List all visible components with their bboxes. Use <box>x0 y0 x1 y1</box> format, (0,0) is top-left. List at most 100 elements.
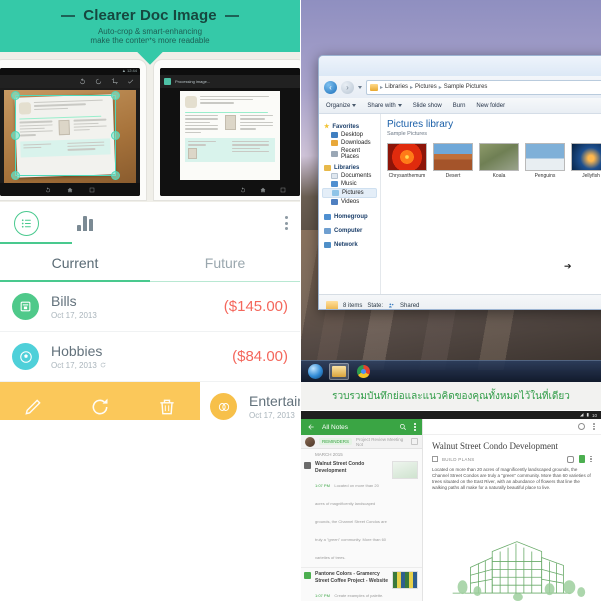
sidebar-group-network[interactable]: Network <box>324 242 377 248</box>
notebook-icon[interactable] <box>579 455 586 463</box>
toolbar-share-with[interactable]: Share with <box>367 103 402 109</box>
list-item[interactable]: Koala <box>479 143 519 179</box>
crop-handle-top-right[interactable] <box>110 91 120 101</box>
back-nav-icon[interactable] <box>240 186 246 193</box>
confirm-check-icon[interactable] <box>127 78 134 85</box>
home-nav-icon[interactable] <box>260 187 266 193</box>
back-arrow-icon[interactable] <box>307 423 315 431</box>
crop-handle-bottom-right[interactable] <box>110 170 120 180</box>
back-nav-icon[interactable] <box>45 186 51 193</box>
list-item[interactable]: Desert <box>433 143 473 179</box>
tab-future[interactable]: Future <box>150 244 300 281</box>
sidebar-item-recent-places[interactable]: Recent Places <box>322 147 377 161</box>
crop-frame[interactable] <box>11 91 120 180</box>
refresh-icon[interactable] <box>90 397 110 417</box>
category-name: Entertainment <box>249 393 300 409</box>
evernote-layout: All Notes REMINDERS Project Review Meeti… <box>301 419 601 601</box>
avatar[interactable] <box>305 436 315 447</box>
crop-handle-middle-left[interactable] <box>11 131 21 141</box>
sidebar-group-homegroup[interactable]: Homegroup <box>324 214 377 220</box>
undo-icon[interactable] <box>79 78 86 85</box>
tab-current[interactable]: Current <box>0 244 150 281</box>
thumbnail-label: Koala <box>492 173 506 179</box>
note-thumbnail <box>392 461 418 479</box>
list-item[interactable]: Chrysanthemum <box>387 143 427 179</box>
bar-chart-icon[interactable] <box>77 215 93 231</box>
kebab-menu-icon[interactable] <box>590 455 592 463</box>
crop-icon[interactable] <box>111 78 118 85</box>
row-date: Oct 17, 2013 <box>249 410 295 420</box>
list-item[interactable]: Jellyfish <box>571 143 601 179</box>
sidebar-group-libraries[interactable]: Libraries <box>324 165 377 171</box>
kebab-menu-icon[interactable] <box>285 216 288 230</box>
sidebar-item-documents[interactable]: Documents <box>322 172 377 180</box>
reminder-hint: Project Review Meeting Not <box>356 436 404 447</box>
breadcrumb-sample-pictures[interactable]: Sample Pictures <box>444 84 488 90</box>
google-chrome-icon[interactable] <box>353 363 373 380</box>
network-icon <box>324 242 331 248</box>
checkbox-icon[interactable] <box>411 438 418 445</box>
android-action-bar: Processing image... <box>160 75 300 88</box>
list-item[interactable]: Pantone Colors - Gramercy Street Coffee … <box>301 568 422 601</box>
sidebar-item-pictures[interactable]: Pictures <box>322 188 377 198</box>
forward-arrow-icon[interactable]: › <box>341 80 354 94</box>
toolbar-new-folder[interactable]: New folder <box>476 103 505 109</box>
doc-highlight-block <box>184 137 276 162</box>
windows-start-orb[interactable] <box>305 363 325 380</box>
recent-icon <box>331 151 338 157</box>
toolbar-slide-show[interactable]: Slide show <box>413 103 442 109</box>
folder-icon <box>370 83 378 91</box>
reminders-chip[interactable]: REMINDERS <box>319 438 353 445</box>
android-status-bar: ◢ ▮ 10 <box>301 411 601 419</box>
date-text: Oct 17, 2013 <box>51 360 97 370</box>
promo-title-row: Clearer Doc Image <box>61 7 239 24</box>
sidebar-item-desktop[interactable]: Desktop <box>322 131 377 139</box>
sidebar-group-computer[interactable]: Computer <box>324 228 377 234</box>
kebab-menu-icon[interactable] <box>593 422 595 431</box>
recents-nav-icon[interactable] <box>89 187 95 193</box>
sidebar-group-favorites[interactable]: ★ Favorites <box>324 123 377 131</box>
info-icon[interactable] <box>578 423 586 430</box>
notebook-icon <box>304 462 311 469</box>
address-bar[interactable]: ▸ Libraries ▸ Pictures ▸ Sample Pictures <box>366 79 601 95</box>
list-icon[interactable] <box>14 210 39 236</box>
recent-locations-icon[interactable] <box>358 85 362 89</box>
settings-icon[interactable] <box>567 455 575 463</box>
table-row[interactable]: Hobbies Oct 17, 2013 ($84.00) <box>0 332 300 382</box>
home-nav-icon[interactable] <box>67 187 73 193</box>
reminders-row[interactable]: REMINDERS Project Review Meeting Not <box>301 435 422 449</box>
window-titlebar[interactable] <box>319 56 601 76</box>
breadcrumb-pictures[interactable]: Pictures <box>415 84 437 90</box>
list-item[interactable]: Penguins <box>525 143 565 179</box>
documents-icon <box>331 173 338 179</box>
recents-nav-icon[interactable] <box>280 187 286 193</box>
sidebar-item-downloads[interactable]: Downloads <box>322 139 377 147</box>
table-row[interactable]: Bills Oct 17, 2013 ($145.00) <box>0 282 300 332</box>
library-icon <box>324 165 331 171</box>
crop-handle-middle-right[interactable] <box>110 131 120 141</box>
pencil-icon[interactable] <box>23 397 43 417</box>
mouse-cursor: ➔ <box>564 261 572 271</box>
collage-divider-vertical <box>300 0 301 601</box>
dash-left-icon <box>61 14 76 17</box>
toolbar-organize[interactable]: Organize <box>326 103 357 109</box>
table-row-swiped[interactable]: Entertainment Oct 17, 2013 <box>0 381 300 420</box>
status-state-value: Shared <box>400 302 420 309</box>
sidebar-item-videos[interactable]: Videos <box>322 198 377 206</box>
crop-handle-top-left[interactable] <box>11 91 21 101</box>
wifi-icon: ◢ <box>580 412 584 417</box>
kebab-menu-icon[interactable] <box>414 423 416 431</box>
sidebar-item-music[interactable]: Music <box>322 180 377 188</box>
note-body-text: Located on more than 20 acres of magnifi… <box>432 467 591 490</box>
rotate-icon[interactable] <box>95 78 102 85</box>
toolbar-burn[interactable]: Burn <box>453 103 466 109</box>
windows-explorer-icon[interactable] <box>329 363 349 380</box>
back-arrow-icon[interactable]: ‹ <box>324 80 337 94</box>
search-icon[interactable] <box>399 423 407 431</box>
note-tag[interactable]: BUILD PLANS <box>442 457 475 462</box>
promo-header: Clearer Doc Image Auto-crop & smart-enha… <box>0 0 300 65</box>
breadcrumb-libraries[interactable]: Libraries <box>385 84 408 90</box>
crop-handle-bottom-left[interactable] <box>11 170 21 180</box>
trash-icon[interactable] <box>157 397 177 417</box>
list-item[interactable]: Walnut Street Condo Development 1:07 PM … <box>301 458 422 568</box>
